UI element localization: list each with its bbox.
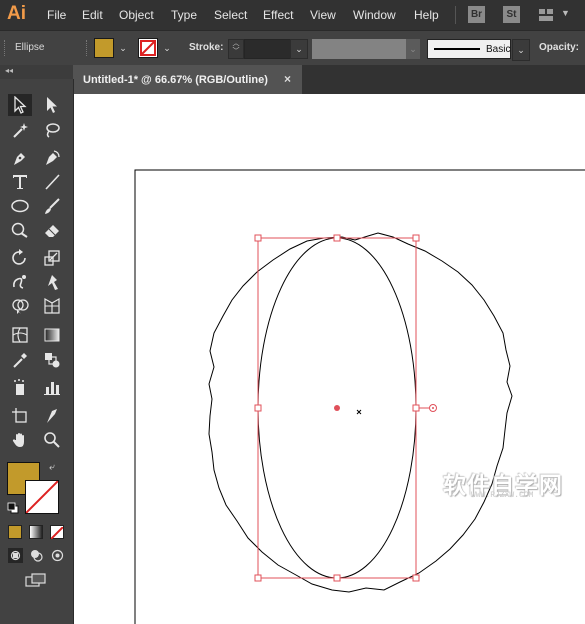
control-bar: Ellipse ⌄ ⌄ Stroke: ︿ ﹀ ⌄ ⌄ Basic ⌄ Opaci…	[0, 30, 585, 65]
fill-color-swatch[interactable]	[94, 38, 114, 58]
stroke-color-swatch[interactable]	[138, 38, 158, 58]
brush-stroke-preview	[434, 48, 480, 50]
brush-dropdown-icon[interactable]: ⌄	[512, 39, 530, 61]
stock-button[interactable]: St	[503, 6, 520, 23]
tools-panel-header[interactable]: ◂◂	[0, 65, 73, 79]
menu-bar: Ai File Edit Object Type Select Effect V…	[0, 0, 585, 30]
brush-definition[interactable]: Basic	[427, 39, 511, 59]
center-point	[334, 405, 340, 411]
menu-select[interactable]: Select	[214, 8, 247, 22]
toolbox-stroke-swatch[interactable]	[25, 480, 59, 514]
type-tool-icon[interactable]	[8, 171, 32, 193]
mesh-tool-icon[interactable]	[8, 324, 32, 346]
stroke-label: Stroke:	[189, 42, 224, 53]
selection-tool-icon[interactable]	[8, 94, 32, 116]
magic-wand-tool-icon[interactable]	[8, 119, 32, 141]
line-segment-tool-icon[interactable]	[40, 171, 64, 193]
collapse-panel-icon[interactable]: ◂◂	[5, 66, 13, 75]
draw-normal-icon[interactable]	[8, 548, 23, 563]
warp-tool-icon[interactable]	[8, 271, 32, 293]
stroke-weight-dropdown-icon[interactable]: ⌄	[290, 39, 308, 59]
rotate-tool-icon[interactable]	[8, 247, 32, 269]
shape-builder-tool-icon[interactable]	[8, 295, 32, 317]
opacity-label: Opacity:	[539, 42, 580, 53]
menu-type[interactable]: Type	[171, 8, 197, 22]
workspace-dropdown-icon[interactable]: ▼	[561, 8, 570, 18]
document-tab[interactable]: Untitled-1* @ 66.67% (RGB/Outline) ×	[74, 65, 302, 94]
menu-view[interactable]: View	[310, 8, 336, 22]
direct-selection-tool-icon[interactable]	[40, 94, 64, 116]
variable-width-profile[interactable]	[312, 39, 406, 59]
scale-tool-icon[interactable]	[40, 247, 64, 269]
artwork	[134, 169, 585, 624]
document-tab-title: Untitled-1* @ 66.67% (RGB/Outline)	[83, 74, 268, 86]
canvas[interactable]: 软件自学网 WWW.RJZXW.COM	[74, 94, 585, 624]
default-colors-icon[interactable]	[7, 501, 19, 514]
stroke-weight-stepper[interactable]: ︿ ﹀	[228, 39, 244, 59]
puppet-warp-tool-icon[interactable]	[40, 271, 64, 293]
pen-tool-icon[interactable]	[8, 147, 32, 169]
screen-mode-icon[interactable]	[25, 573, 47, 589]
path-center-marker	[356, 409, 362, 415]
eyedropper-tool-icon[interactable]	[8, 349, 32, 371]
ellipse-tool-icon[interactable]	[8, 195, 32, 217]
rough-shape	[208, 232, 513, 593]
control-bar-divider	[86, 40, 89, 56]
tools-panel: ⤶	[0, 79, 74, 624]
document-tab-bar: Untitled-1* @ 66.67% (RGB/Outline) ×	[74, 65, 585, 94]
menu-effect[interactable]: Effect	[263, 8, 293, 22]
draw-behind-icon[interactable]	[29, 548, 44, 563]
watermark-subtext: WWW.RJZXW.COM	[471, 491, 534, 500]
artboard-tool-icon[interactable]	[8, 405, 32, 427]
slice-tool-icon[interactable]	[40, 405, 64, 427]
selection-type-label: Ellipse	[15, 42, 45, 53]
menu-object[interactable]: Object	[119, 8, 154, 22]
gradient-tool-icon[interactable]	[40, 324, 64, 346]
blend-tool-icon[interactable]	[40, 349, 64, 371]
brush-label: Basic	[486, 44, 511, 55]
gradient-mode-button[interactable]	[29, 525, 43, 539]
none-stroke-icon	[26, 481, 58, 513]
stroke-weight-field[interactable]	[244, 39, 292, 59]
menu-window[interactable]: Window	[353, 8, 396, 22]
control-bar-grip[interactable]	[4, 40, 7, 56]
workspace-switcher-icon[interactable]	[538, 6, 554, 23]
paintbrush-tool-icon[interactable]	[40, 195, 64, 217]
fill-dropdown-icon[interactable]: ⌄	[116, 39, 130, 57]
symbol-sprayer-tool-icon[interactable]	[8, 376, 32, 398]
zoom-tool-icon[interactable]	[40, 429, 64, 451]
menu-help[interactable]: Help	[414, 8, 439, 22]
perspective-grid-tool-icon[interactable]	[40, 295, 64, 317]
draw-inside-icon[interactable]	[50, 548, 65, 563]
none-stroke-icon	[140, 40, 156, 56]
close-icon[interactable]: ×	[284, 72, 291, 86]
menu-file[interactable]: File	[47, 8, 66, 22]
none-mode-button[interactable]	[50, 525, 64, 540]
curvature-tool-icon[interactable]	[40, 147, 64, 169]
lasso-tool-icon[interactable]	[40, 119, 64, 141]
color-mode-button[interactable]	[8, 525, 22, 539]
hand-tool-icon[interactable]	[8, 429, 32, 451]
stroke-dropdown-icon[interactable]: ⌄	[160, 39, 174, 57]
shaper-tool-icon[interactable]	[8, 219, 32, 241]
app-logo: Ai	[7, 3, 26, 24]
swap-fill-stroke-icon[interactable]: ⤶	[49, 462, 55, 473]
eraser-tool-icon[interactable]	[40, 219, 64, 241]
bridge-button[interactable]: Br	[468, 6, 485, 23]
variable-width-dropdown-icon[interactable]: ⌄	[406, 39, 420, 59]
column-graph-tool-icon[interactable]	[40, 376, 64, 398]
menu-edit[interactable]: Edit	[82, 8, 103, 22]
